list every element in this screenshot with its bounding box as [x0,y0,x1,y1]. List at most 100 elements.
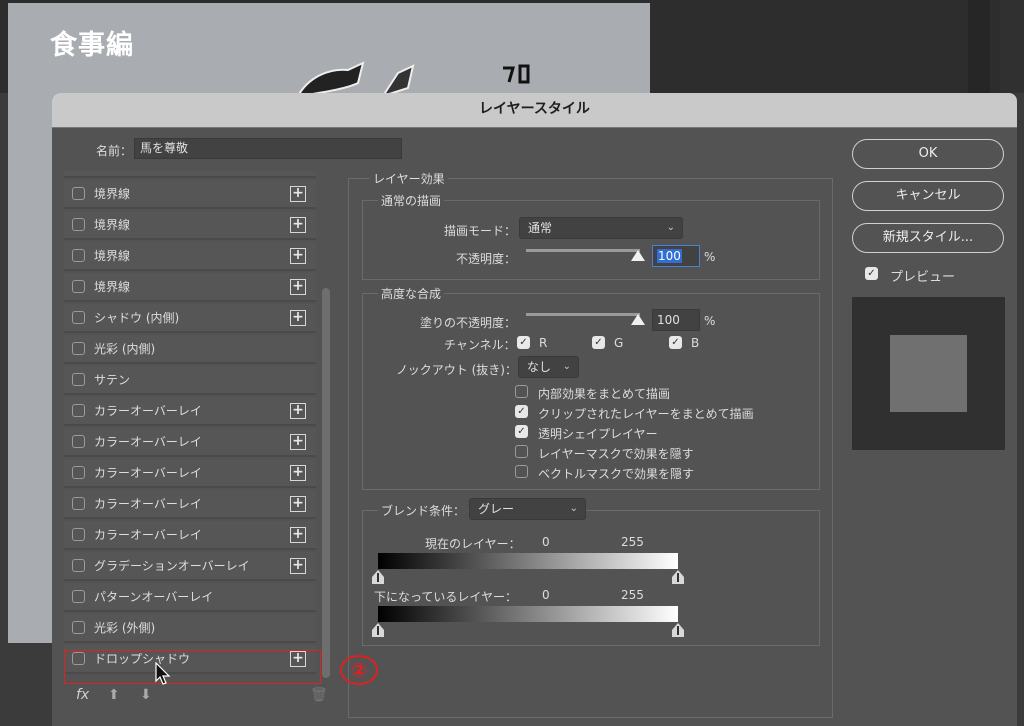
option-label: 内部効果をまとめて描画 [538,387,671,401]
ok-button[interactable]: OK [852,139,1004,169]
percent-unit: % [704,314,716,328]
add-effect-button[interactable]: + [290,310,306,326]
option-label: レイヤーマスクで効果を隠す [538,447,694,461]
fill-opacity-slider[interactable] [526,313,640,316]
percent-unit: % [704,250,716,264]
channel-b-checkbox[interactable]: ✓ [669,336,682,349]
opacity-slider[interactable] [526,249,640,252]
list-item[interactable]: カラーオーバーレイ + [64,459,316,488]
list-item[interactable]: 光彩 (内側) [64,335,316,364]
checkbox[interactable] [72,187,85,200]
add-effect-button[interactable]: + [290,434,306,450]
list-item[interactable]: 光彩 (外側) [64,614,316,643]
fill-opacity-slider-thumb[interactable] [631,314,645,325]
list-item[interactable]: 境界線 + [64,180,316,209]
checkbox[interactable] [72,218,85,231]
list-item[interactable]: カラーオーバーレイ + [64,428,316,457]
underlying-white-slider[interactable] [672,623,684,637]
move-up-arrow-icon[interactable]: ⬆ [108,687,120,703]
add-effect-button[interactable]: + [290,496,306,512]
list-item-label: シャドウ (内側) [94,311,180,325]
list-item[interactable]: サテン [64,366,316,395]
list-item[interactable]: パターンオーバーレイ [64,583,316,612]
channel-r-label: R [539,336,548,350]
channel-g-checkbox[interactable]: ✓ [592,336,605,349]
option-label: ベクトルマスクで効果を隠す [538,467,695,481]
move-down-arrow-icon[interactable]: ⬇ [140,687,152,703]
option-checkbox[interactable]: ✓ [515,425,528,438]
checkbox[interactable] [72,559,85,572]
opacity-input[interactable]: 100 [652,245,700,267]
add-effect-button[interactable]: + [290,403,306,419]
mouse-pointer-icon [155,662,171,685]
blend-mode-select[interactable]: 通常 ⌄ [519,217,683,239]
underlying-black-slider[interactable] [372,623,384,637]
list-item[interactable]: グラデーションオーバーレイ + [64,552,316,581]
add-effect-button[interactable]: + [290,248,306,264]
list-item[interactable]: カラーオーバーレイ + [64,521,316,550]
advanced-blend-title: 高度な合成 [378,285,445,302]
this-layer-min: 0 [542,535,550,549]
list-item[interactable]: カラーオーバーレイ + [64,490,316,519]
underlying-layer-max: 255 [621,588,644,602]
option-checkbox[interactable] [515,445,528,458]
checkbox[interactable] [72,621,85,634]
checkbox[interactable] [72,280,85,293]
this-layer-black-slider[interactable] [372,570,384,584]
blend-if-select[interactable]: グレー ⌄ [469,498,586,520]
preview-checkbox[interactable]: ✓ [865,267,878,280]
checkbox[interactable] [72,590,85,603]
option-checkbox[interactable] [515,465,528,478]
list-scrollbar[interactable] [322,288,330,678]
add-effect-button[interactable]: + [290,217,306,233]
layer-style-dialog: レイヤースタイル 名前： 馬を尊敬 境界線 + 境界線 + 境界線 + 境界線 + シャ… [52,93,1017,726]
checkbox[interactable] [72,342,85,355]
style-list: 境界線 + 境界線 + 境界線 + 境界線 + シャドウ (内側) + 光彩 (内側) サ… [64,171,320,678]
list-item[interactable]: 境界線 + [64,242,316,271]
layer-effects-title: レイヤー効果 [370,170,448,187]
new-style-button[interactable]: 新規スタイル... [852,223,1004,253]
knockout-select[interactable]: なし ⌄ [518,356,579,378]
cancel-button[interactable]: キャンセル [852,181,1004,211]
list-item[interactable]: カラーオーバーレイ + [64,397,316,426]
checkbox[interactable] [72,435,85,448]
checkbox[interactable] [72,497,85,510]
list-item-label: パターンオーバーレイ [94,590,214,604]
channel-b-label: B [691,336,700,350]
checkbox[interactable] [72,466,85,479]
blend-if-section [362,510,820,646]
list-item[interactable] [64,171,316,178]
list-item[interactable]: シャドウ (内側) + [64,304,316,333]
fill-opacity-input[interactable]: 100 [652,309,700,331]
trash-icon[interactable]: 🗑 [310,687,328,703]
opacity-slider-thumb[interactable] [631,250,645,261]
list-item-label: 光彩 (内側) [94,342,156,356]
list-item-label: 境界線 [94,187,131,201]
checkbox[interactable] [72,311,85,324]
checkbox[interactable] [72,249,85,262]
list-item[interactable]: 境界線 + [64,273,316,302]
underlying-layer-min: 0 [542,588,550,602]
add-effect-button[interactable]: + [290,186,306,202]
add-effect-button[interactable]: + [290,279,306,295]
checkbox[interactable] [72,528,85,541]
option-checkbox[interactable] [515,385,528,398]
normal-blend-title: 通常の描画 [378,192,445,209]
style-name-input[interactable]: 馬を尊敬 [134,138,402,159]
fill-opacity-label: 塗りの不透明度： [420,316,517,330]
channels-label: チャンネル： [444,338,516,352]
channel-r-checkbox[interactable]: ✓ [517,336,530,349]
add-effect-button[interactable]: + [290,465,306,481]
this-layer-white-slider[interactable] [672,570,684,584]
list-item[interactable]: 境界線 + [64,211,316,240]
chevron-down-icon: ⌄ [569,503,578,514]
option-checkbox[interactable]: ✓ [515,405,528,418]
option-label: クリップされたレイヤーをまとめて描画 [538,407,754,421]
add-effect-button[interactable]: + [290,527,306,543]
channel-g-label: G [614,336,624,350]
fx-menu-button[interactable]: fx [76,687,89,703]
underlying-layer-gradient [378,606,678,622]
add-effect-button[interactable]: + [290,558,306,574]
checkbox[interactable] [72,373,85,386]
checkbox[interactable] [72,404,85,417]
